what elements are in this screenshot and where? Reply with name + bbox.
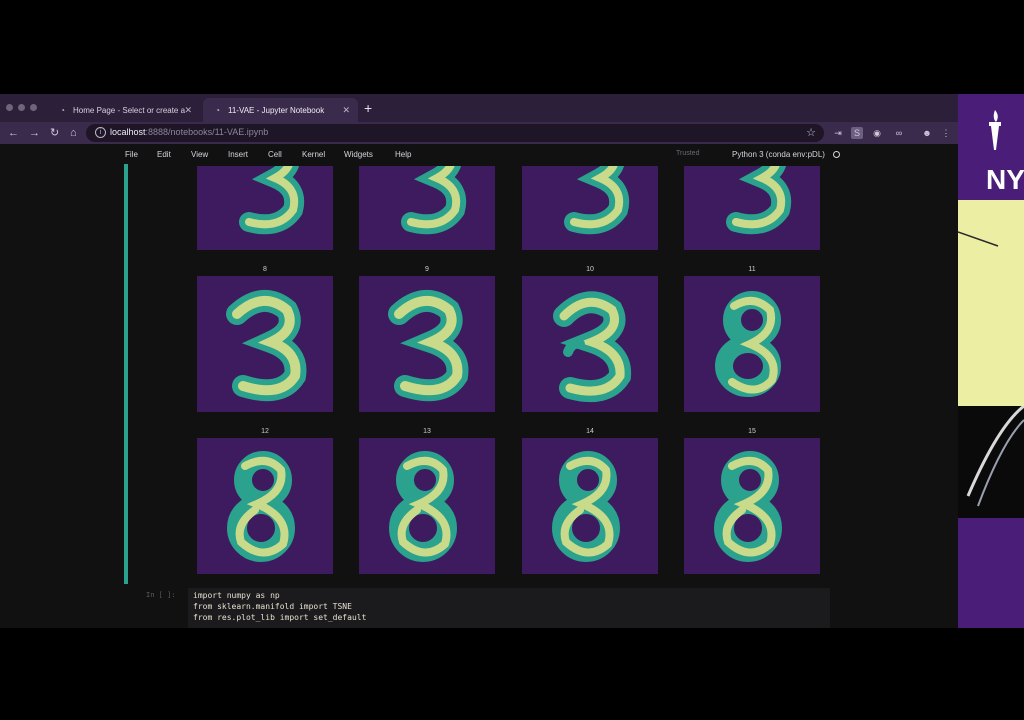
digit-image <box>197 438 333 574</box>
kernel-status-icon <box>833 151 840 158</box>
profile-icon[interactable]: ☻ <box>921 127 933 139</box>
window-close-dot[interactable] <box>6 104 13 111</box>
menu-help[interactable]: Help <box>395 150 411 159</box>
menu-insert[interactable]: Insert <box>228 150 248 159</box>
digit-image <box>522 438 658 574</box>
cell-prompt: In [ ]: <box>146 591 176 599</box>
screen: ◔ Home Page - Select or create a ✕ ◔ 11-… <box>0 0 1024 720</box>
url-path: :8888/notebooks/11-VAE.ipynb <box>145 127 269 137</box>
window-minimize-dot[interactable] <box>18 104 25 111</box>
menu-dots-icon[interactable]: ⋮ <box>940 127 952 139</box>
video-frame <box>958 231 999 247</box>
digit-label: 15 <box>748 428 756 435</box>
info-icon[interactable]: i <box>95 127 106 138</box>
extension-icon[interactable]: ◉ <box>871 127 883 139</box>
code-line: from res.plot_lib import set_default <box>193 613 367 622</box>
digit-image <box>522 276 658 412</box>
digit-label: 10 <box>586 266 594 273</box>
close-icon[interactable]: ✕ <box>184 105 192 116</box>
extension-icon[interactable]: ∞ <box>893 127 905 139</box>
tab-home-page[interactable]: ◔ Home Page - Select or create a ✕ <box>48 98 200 122</box>
digit-8-drawing <box>715 291 781 397</box>
digit-3-drawing <box>564 166 630 235</box>
digit-label: 12 <box>261 428 269 435</box>
digit-label: 9 <box>425 266 429 273</box>
video-region <box>958 404 1024 518</box>
digit-label: 13 <box>423 428 431 435</box>
digit-label: 11 <box>748 266 756 273</box>
tab-label: Home Page - Select or create a <box>73 105 186 115</box>
digit-image <box>684 438 820 574</box>
digit-3-drawing <box>553 291 632 402</box>
digit-3-drawing <box>239 166 305 235</box>
logo-text: NY <box>986 164 1024 195</box>
menu-bar: File Edit View Insert Cell Kernel Widget… <box>0 144 960 166</box>
menu-widgets[interactable]: Widgets <box>344 150 373 159</box>
extension-icon[interactable]: ⇥ <box>832 127 844 139</box>
digit-image <box>359 166 495 250</box>
digit-3-drawing <box>401 166 467 235</box>
new-tab-icon[interactable]: + <box>364 101 372 115</box>
forward-icon[interactable]: → <box>29 126 40 140</box>
selected-cell-indicator <box>124 164 128 584</box>
digit-image <box>197 166 333 250</box>
digit-8-drawing <box>714 451 782 562</box>
digit-image <box>522 166 658 250</box>
video-overlay: NY <box>958 94 1024 628</box>
jupyter-icon: ◔ <box>60 105 65 115</box>
logo-banner: NY <box>958 94 1024 200</box>
close-icon[interactable]: ✕ <box>342 105 350 116</box>
browser-window: ◔ Home Page - Select or create a ✕ ◔ 11-… <box>0 94 960 628</box>
tab-11-vae[interactable]: ◔ 11-VAE - Jupyter Notebook ✕ <box>203 98 358 122</box>
tab-label: 11-VAE - Jupyter Notebook <box>228 105 325 115</box>
address-toolbar: ← → ↻ ⌂ i localhost:8888/notebooks/11-VA… <box>0 122 960 144</box>
torch-icon <box>989 110 1001 150</box>
kernel-name: Python 3 (conda env:pDL) <box>732 150 825 159</box>
home-icon[interactable]: ⌂ <box>70 126 77 140</box>
window-zoom-dot[interactable] <box>30 104 37 111</box>
digit-3-drawing <box>726 166 792 235</box>
digit-image <box>197 276 333 412</box>
digit-8-drawing <box>552 451 620 562</box>
menu-cell[interactable]: Cell <box>268 150 282 159</box>
video-region <box>958 518 1024 628</box>
digit-8-drawing <box>389 451 457 562</box>
menu-edit[interactable]: Edit <box>157 150 171 159</box>
digit-label: 8 <box>263 266 267 273</box>
jupyter-icon: ◔ <box>215 105 220 115</box>
tab-bar: ◔ Home Page - Select or create a ✕ ◔ 11-… <box>0 94 960 122</box>
url-host: localhost <box>110 127 146 137</box>
digit-8-drawing <box>227 451 295 562</box>
code-line: import numpy as np <box>193 591 280 600</box>
menu-file[interactable]: File <box>125 150 138 159</box>
jupyter-notebook: File Edit View Insert Cell Kernel Widget… <box>0 144 960 628</box>
trusted-indicator[interactable]: Trusted <box>676 150 699 157</box>
url-text: localhost:8888/notebooks/11-VAE.ipynb <box>110 127 268 137</box>
code-line: from sklearn.manifold import TSNE <box>193 602 352 611</box>
digit-3-drawing <box>226 290 307 402</box>
digit-label: 14 <box>586 428 594 435</box>
url-bar[interactable]: i localhost:8888/notebooks/11-VAE.ipynb … <box>86 124 824 142</box>
digit-3-drawing <box>388 290 469 402</box>
menu-view[interactable]: View <box>191 150 208 159</box>
video-frame <box>966 404 1024 507</box>
digit-image <box>684 276 820 412</box>
back-icon[interactable]: ← <box>8 126 19 140</box>
digit-image <box>359 276 495 412</box>
menu-kernel[interactable]: Kernel <box>302 150 325 159</box>
extension-s-icon[interactable]: S <box>851 127 863 139</box>
digit-image <box>359 438 495 574</box>
reload-icon[interactable]: ↻ <box>50 126 59 140</box>
digit-image <box>684 166 820 250</box>
bookmark-star-icon[interactable]: ☆ <box>806 126 816 139</box>
video-region <box>958 200 1024 406</box>
